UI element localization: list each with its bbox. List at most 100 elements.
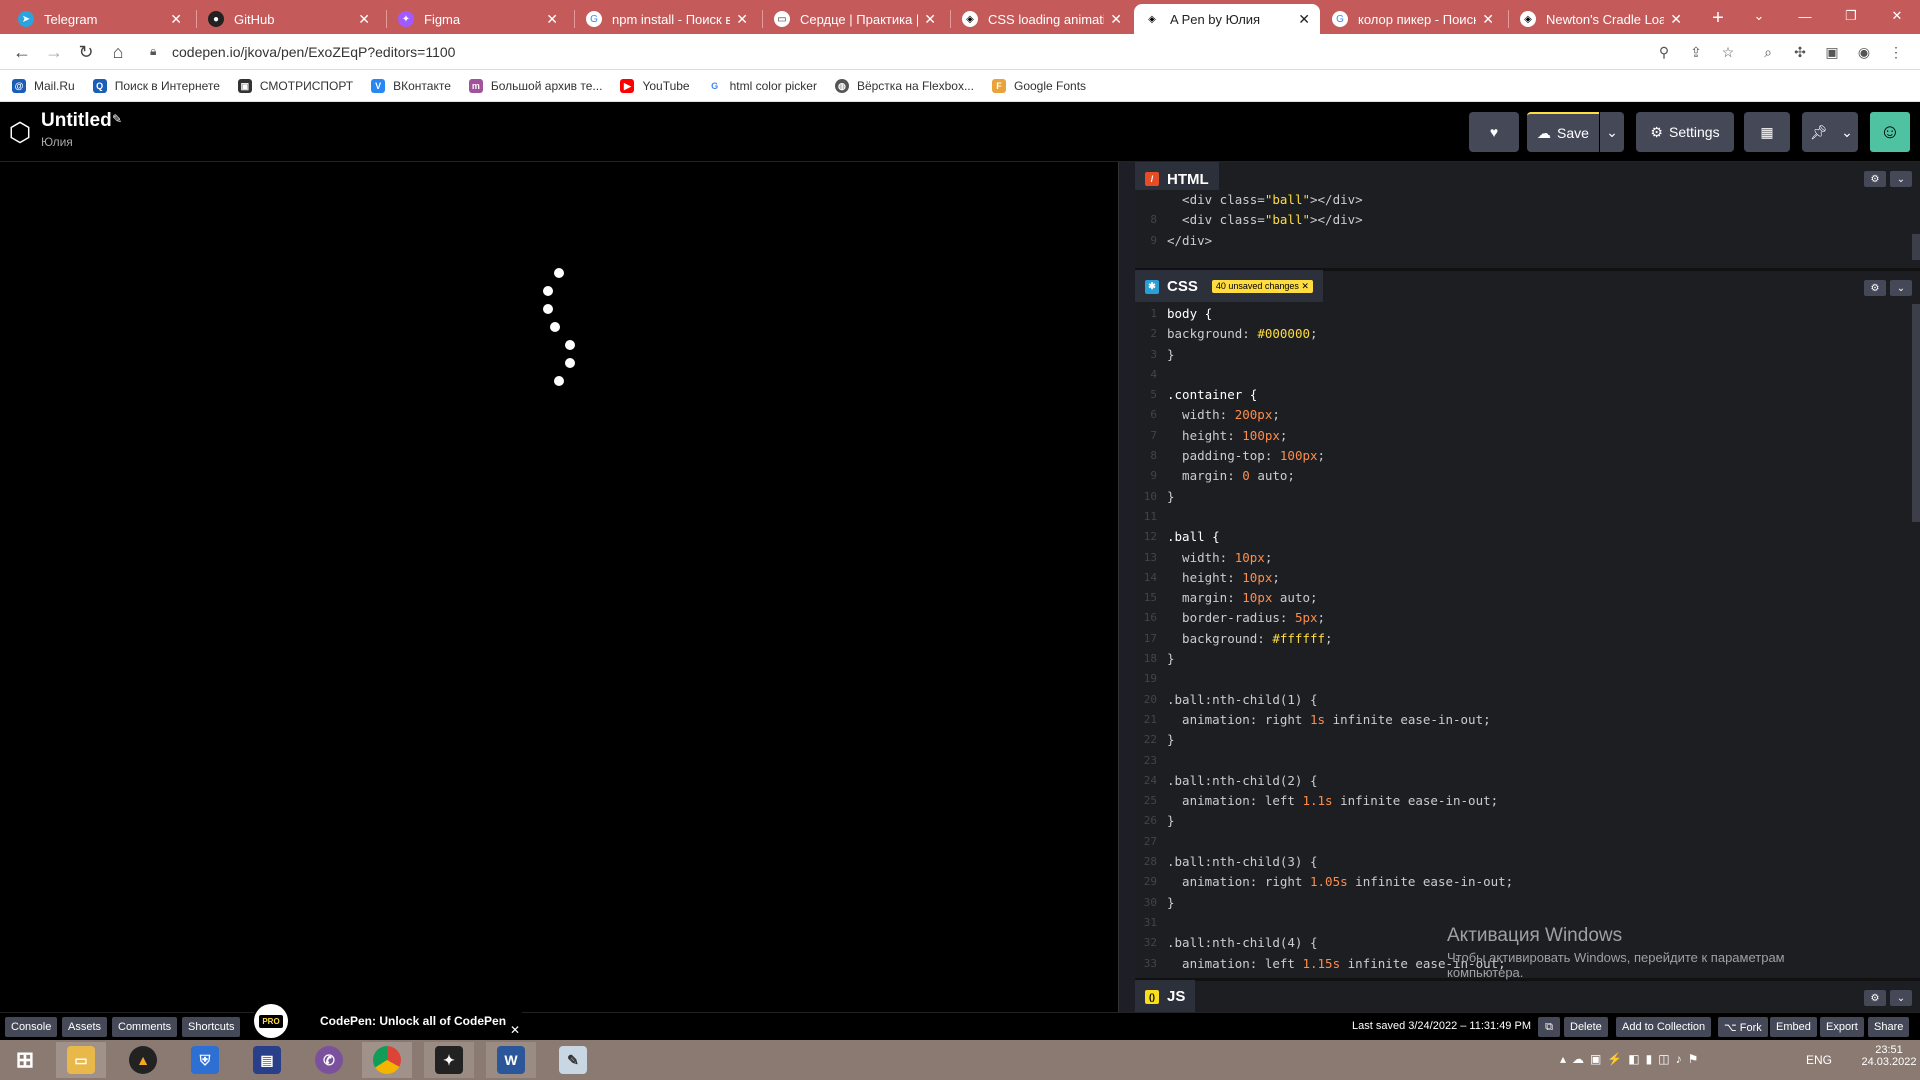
- pin-icon[interactable]: 📌︎: [1802, 112, 1836, 152]
- browser-tab-color-picker[interactable]: G колор пикер - Поиск в ✕: [1322, 4, 1504, 34]
- pane-collapse-chevron-icon[interactable]: ⌄: [1890, 280, 1912, 296]
- css-code-editor[interactable]: 1 body {2 background: #000000; 3} 4 5 .contain…: [1135, 302, 1920, 982]
- close-window-icon[interactable]: ✕: [1874, 0, 1920, 32]
- embed-button[interactable]: Embed: [1770, 1017, 1817, 1037]
- code-line[interactable]: 22}: [1135, 730, 1920, 750]
- bookmark-smotrisport[interactable]: ▣ СМОТРИСПОРТ: [237, 78, 353, 93]
- code-line[interactable]: 5 .container {: [1135, 385, 1920, 405]
- code-line[interactable]: 17 background: #ffffff;: [1135, 629, 1920, 649]
- avast-icon[interactable]: ▲: [118, 1042, 168, 1078]
- pane-settings-gear-icon[interactable]: ⚙: [1864, 280, 1886, 296]
- code-line[interactable]: 8 <div class="ball"></div>: [1135, 210, 1920, 230]
- system-tray-icons[interactable]: ▴☁▣⚡◧▮◫♪⚑: [1560, 1052, 1704, 1066]
- code-line[interactable]: 3}: [1135, 345, 1920, 365]
- code-line[interactable]: 8 padding-top: 100px;: [1135, 446, 1920, 466]
- close-promo-icon[interactable]: ✕: [510, 1023, 520, 1037]
- pane-settings-gear-icon[interactable]: ⚙: [1864, 171, 1886, 187]
- share-icon[interactable]: ⇪: [1686, 42, 1706, 62]
- new-tab-button[interactable]: +: [1704, 4, 1732, 32]
- pen-title[interactable]: Untitled: [41, 110, 112, 132]
- code-line[interactable]: 24 .ball:nth-child(2) {: [1135, 771, 1920, 791]
- bookmark-flexbox[interactable]: ◍ Вёрстка на Flexbox...: [834, 78, 974, 93]
- user-avatar[interactable]: ☺: [1870, 112, 1910, 152]
- chrome-menu-icon[interactable]: ⋮: [1886, 42, 1906, 62]
- figma-taskbar-icon[interactable]: ✦: [424, 1042, 474, 1078]
- code-line[interactable]: 23: [1135, 751, 1920, 771]
- bookmark-mailru[interactable]: @ Mail.Ru: [12, 78, 75, 93]
- bookmark-search[interactable]: Q Поиск в Интернете: [92, 78, 220, 93]
- close-tab-icon[interactable]: ✕: [1110, 11, 1122, 28]
- address-bar[interactable]: codepen.io/jkova/pen/ExoZEqP?editors=110…: [172, 38, 1612, 66]
- code-line[interactable]: 9 margin: 0 auto;: [1135, 466, 1920, 486]
- clock[interactable]: 23:51 24.03.2022: [1860, 1044, 1918, 1068]
- windows-start-icon[interactable]: ⊞: [0, 1042, 50, 1078]
- pin-options-chevron-icon[interactable]: ⌄: [1836, 112, 1858, 152]
- close-tab-icon[interactable]: ✕: [546, 11, 558, 28]
- save-button[interactable]: ☁ Save: [1527, 112, 1599, 152]
- browser-tab-figma[interactable]: ✦ Figma ✕: [388, 4, 568, 34]
- bookmark-archive[interactable]: m Большой архив те...: [468, 78, 602, 93]
- save-options-chevron-icon[interactable]: ⌄: [1600, 112, 1624, 152]
- code-line[interactable]: 14 height: 10px;: [1135, 568, 1920, 588]
- pane-settings-gear-icon[interactable]: ⚙: [1864, 990, 1886, 1006]
- console-button[interactable]: Console: [5, 1017, 58, 1037]
- restore-icon[interactable]: ❐: [1828, 0, 1874, 32]
- browser-tab-github[interactable]: ● GitHub ✕: [198, 4, 380, 34]
- code-line[interactable]: 21 animation: right 1s infinite ease-in-…: [1135, 710, 1920, 730]
- code-line[interactable]: 12 .ball {: [1135, 527, 1920, 547]
- code-line[interactable]: 29 animation: right 1.05s infinite ease-…: [1135, 872, 1920, 892]
- pane-collapse-chevron-icon[interactable]: ⌄: [1890, 990, 1912, 1006]
- comments-button[interactable]: Comments: [112, 1017, 178, 1037]
- language-indicator[interactable]: ENG: [1806, 1053, 1832, 1067]
- forward-icon[interactable]: →: [42, 40, 66, 64]
- code-line[interactable]: 1 body {: [1135, 304, 1920, 324]
- pen-author[interactable]: Юлия: [41, 135, 73, 149]
- chrome-icon[interactable]: [362, 1042, 412, 1078]
- bookmark-vk[interactable]: V ВКонтакте: [371, 78, 451, 93]
- bookmark-google-fonts[interactable]: F Google Fonts: [991, 78, 1086, 93]
- resize-divider[interactable]: [1118, 162, 1135, 1012]
- close-tab-icon[interactable]: ✕: [924, 11, 936, 28]
- fork-button[interactable]: ⌥ Fork: [1718, 1017, 1768, 1037]
- browser-tab-css-loading[interactable]: ◈ CSS loading animation ✕: [952, 4, 1132, 34]
- bookmark-html-color-picker[interactable]: Ghtml color picker: [707, 78, 817, 93]
- css-scrollbar[interactable]: [1912, 304, 1920, 522]
- code-line[interactable]: 2 background: #000000;: [1135, 324, 1920, 344]
- code-line[interactable]: 19: [1135, 669, 1920, 689]
- settings-button[interactable]: ⚙ Settings: [1636, 112, 1734, 152]
- share-button[interactable]: Share: [1868, 1017, 1910, 1037]
- browser-tab-newtons-cradle[interactable]: ◈ Newton's Cradle Loade ✕: [1510, 4, 1692, 34]
- code-line[interactable]: 28 .ball:nth-child(3) {: [1135, 852, 1920, 872]
- preview-pane[interactable]: [0, 162, 1118, 1012]
- export-button[interactable]: Export: [1820, 1017, 1864, 1037]
- code-line[interactable]: 20 .ball:nth-child(1) {: [1135, 690, 1920, 710]
- html-code-editor[interactable]: <div class="ball"></div> 8 <div class="ba…: [1135, 190, 1920, 252]
- code-line[interactable]: 25 animation: left 1.1s infinite ease-in…: [1135, 791, 1920, 811]
- home-icon[interactable]: ⌂: [106, 40, 130, 64]
- viber-icon[interactable]: ✆: [304, 1042, 354, 1078]
- js-pane-header[interactable]: () JS ⚙ ⌄: [1135, 978, 1920, 1014]
- bookmark-youtube[interactable]: ▶ YouTube: [620, 78, 690, 93]
- zoom-icon[interactable]: ⚲: [1654, 42, 1674, 62]
- save-disk-icon[interactable]: ▤: [242, 1042, 292, 1078]
- css-pane-header[interactable]: ✱ CSS 40 unsaved changes ✕ ⚙ ⌄: [1135, 268, 1920, 304]
- lens-icon[interactable]: ⌕: [1758, 42, 1778, 62]
- code-line[interactable]: 27: [1135, 832, 1920, 852]
- code-line[interactable]: 13 width: 10px;: [1135, 548, 1920, 568]
- close-tab-icon[interactable]: ✕: [170, 11, 182, 28]
- pane-collapse-chevron-icon[interactable]: ⌄: [1890, 171, 1912, 187]
- close-tab-icon[interactable]: ✕: [1670, 11, 1682, 28]
- code-line[interactable]: 30}: [1135, 893, 1920, 913]
- close-tab-icon[interactable]: ✕: [736, 11, 748, 28]
- delete-button[interactable]: Delete: [1564, 1017, 1608, 1037]
- code-line[interactable]: 7 height: 100px;: [1135, 426, 1920, 446]
- code-line[interactable]: 18}: [1135, 649, 1920, 669]
- close-tab-icon[interactable]: ✕: [1298, 11, 1310, 28]
- code-line[interactable]: 15 margin: 10px auto;: [1135, 588, 1920, 608]
- security-shield-icon[interactable]: ⛨: [180, 1042, 230, 1078]
- code-line[interactable]: <div class="ball"></div>: [1135, 190, 1920, 210]
- browser-tab-a-pen-active[interactable]: ◈ A Pen by Юлия ✕: [1134, 4, 1320, 34]
- code-line[interactable]: 11: [1135, 507, 1920, 527]
- browser-tab-heart-practice[interactable]: ▭ Сердце | Практика | W ✕: [764, 4, 946, 34]
- minimize-icon[interactable]: —: [1782, 0, 1828, 32]
